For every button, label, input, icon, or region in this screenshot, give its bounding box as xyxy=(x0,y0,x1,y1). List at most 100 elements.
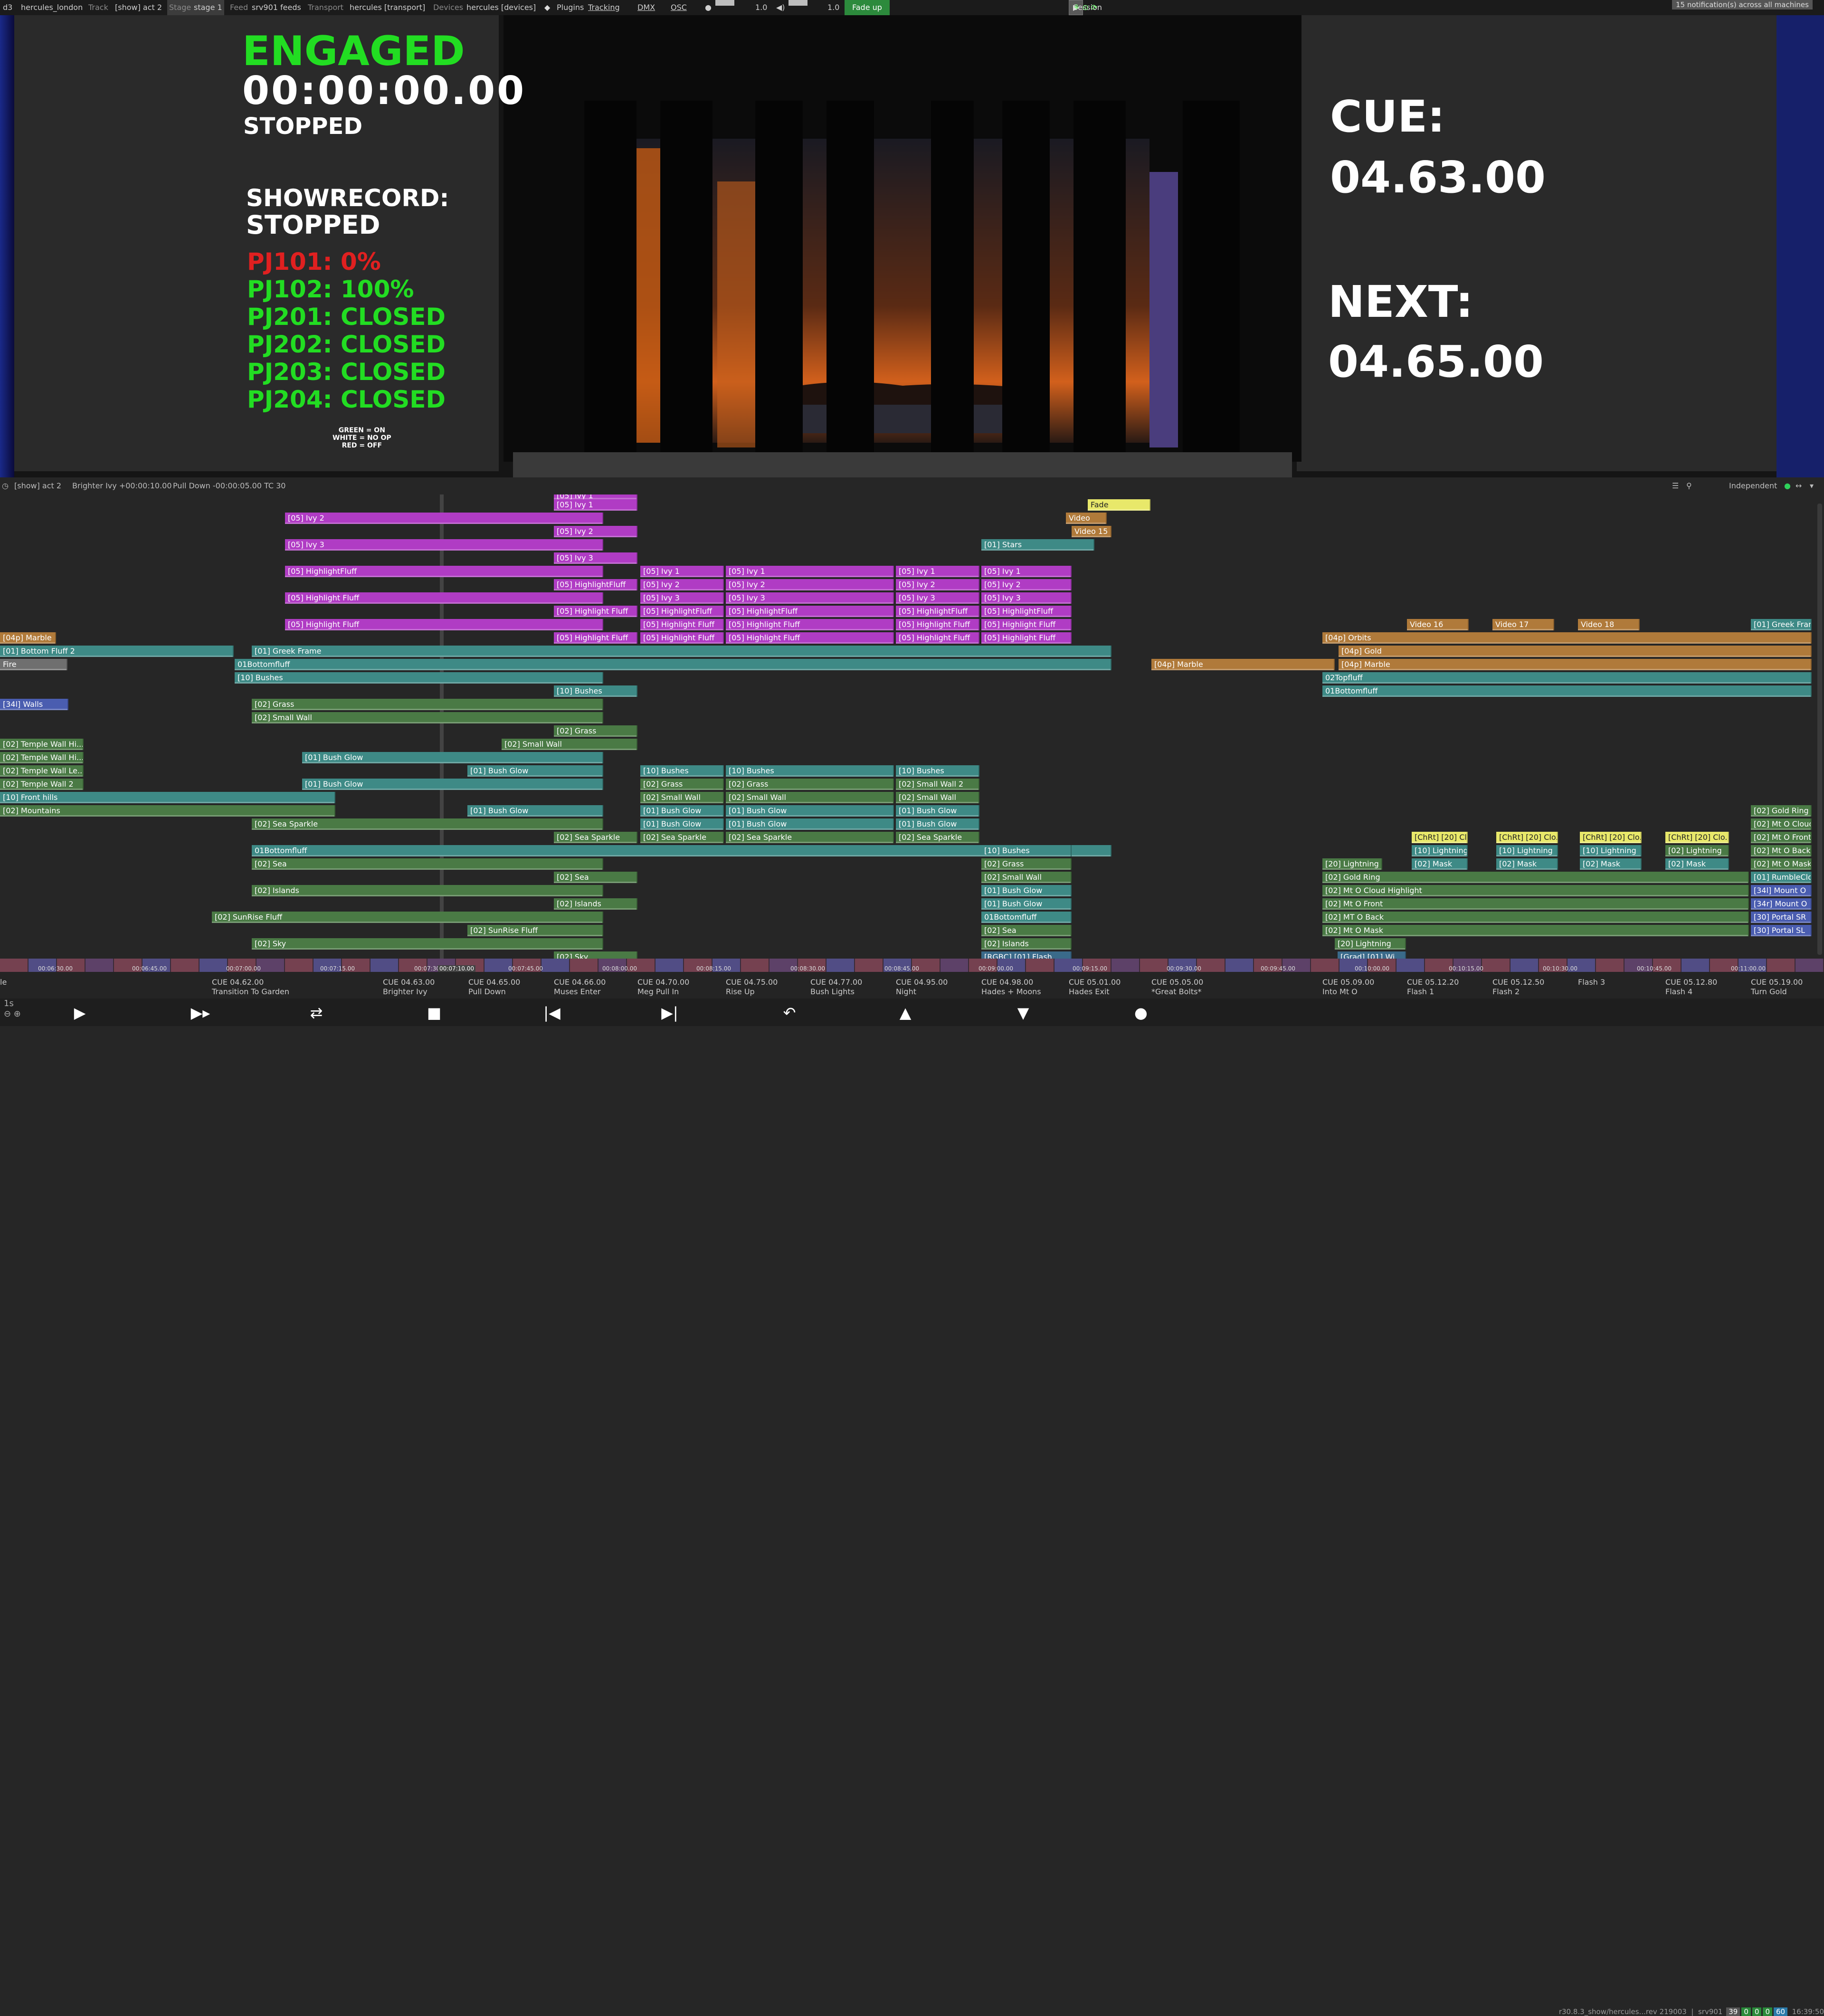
layer-bar[interactable]: Fire xyxy=(0,659,67,670)
layer-bar[interactable]: [02] Mt O Front xyxy=(1751,832,1812,843)
cue-marker[interactable]: CUE 05.09.00 Into Mt O xyxy=(1322,978,1374,997)
layer-bar[interactable]: [10] Lightning xyxy=(1496,845,1558,856)
layer-bar-partial[interactable]: [05] Ivy 1 xyxy=(554,494,637,499)
layer-bar[interactable]: [05] Ivy 3 xyxy=(554,552,637,564)
stage-viewport[interactable]: ENGAGED 00:00:00.00 STOPPED SHOWRECORD: … xyxy=(0,15,1824,477)
layer-bar[interactable]: [04p] Marble xyxy=(0,632,56,644)
cue-marker[interactable]: CUE 04.98.00 Hades + Moons xyxy=(981,978,1041,997)
cue-marker[interactable]: CUE 04.77.00 Bush Lights xyxy=(810,978,862,997)
layer-bar[interactable]: Video 15 xyxy=(1072,526,1112,537)
layer-bar[interactable]: [02] Grass xyxy=(981,858,1072,870)
cue-marker[interactable]: le xyxy=(0,978,7,987)
layer-bar[interactable]: [02] Mt O Back xyxy=(1751,845,1812,856)
layer-bar[interactable]: [01] Bush Glow xyxy=(726,805,894,817)
layer-bar[interactable]: [05] HighlightFluff xyxy=(981,606,1072,617)
layer-bar[interactable]: Video xyxy=(1066,513,1107,524)
layer-bar[interactable]: [02] Sea Sparkle xyxy=(896,832,979,843)
layer-bar[interactable]: [05] Ivy 3 xyxy=(726,592,894,604)
cue-marker[interactable]: CUE 04.70.00 Meg Pull In xyxy=(637,978,689,997)
layer-bar[interactable]: [01] Greek Fram xyxy=(1751,619,1812,630)
layer-bar[interactable]: Video 16 xyxy=(1407,619,1469,630)
layer-bar[interactable]: [05] Highlight Fluff xyxy=(554,606,637,617)
layer-bar[interactable]: [05] Ivy 2 xyxy=(726,579,894,590)
timeline-layers[interactable]: [05] Ivy 2 [05] Ivy 3 [05] HighlightFluff[… xyxy=(0,494,1824,959)
layer-bar[interactable]: [02] Lightning xyxy=(1665,845,1729,856)
cue-marker[interactable]: CUE 04.95.00 Night xyxy=(896,978,948,997)
layer-bar[interactable]: [01] Stars xyxy=(981,539,1094,551)
session-button[interactable]: Session ⚘ ⊙ ⟳ ▶ xyxy=(1069,0,1102,15)
project-name[interactable]: hercules_london xyxy=(21,0,83,15)
layer-bar[interactable]: [02] Gold Ring xyxy=(1751,805,1812,817)
plugins-icon[interactable]: ◆ xyxy=(544,0,550,15)
layer-bar[interactable]: [02] Mt O Front xyxy=(1322,898,1749,910)
layer-bar[interactable]: Fade xyxy=(1088,499,1150,511)
layer-bar[interactable]: [01] Bush Glow xyxy=(302,779,603,790)
track-selector[interactable]: [show] act 2 xyxy=(115,0,162,15)
layer-bar[interactable]: [05] HighlightFluff xyxy=(896,606,979,617)
cue-marker[interactable]: CUE 05.05.00 *Great Bolts* xyxy=(1151,978,1203,997)
layer-bar[interactable]: [02] Temple Wall 2 xyxy=(0,779,84,790)
layer-bar[interactable]: [02] SunRise Fluff xyxy=(467,925,603,936)
time-ruler[interactable]: 00:06:30.00 00:06:45.00 00:07:00.00 00:07:1… xyxy=(0,959,1824,972)
layer-bar[interactable]: [ChRt] [20] Clo... xyxy=(1665,832,1729,843)
layer-bar[interactable]: [05] HighlightFluff xyxy=(726,606,894,617)
tracking-icon[interactable]: ⚲ xyxy=(1686,477,1692,494)
layer-bar[interactable]: [05] Ivy 3 xyxy=(981,592,1072,604)
layer-bar[interactable]: [30] Portal SL xyxy=(1751,925,1812,936)
layer-bar[interactable]: [20] Lightning xyxy=(1322,858,1382,870)
layer-bar[interactable]: [02] Grass xyxy=(554,725,637,737)
layer-bar[interactable]: [05] HighlightFluff xyxy=(554,579,637,590)
layer-bar[interactable]: [02] Sea Sparkle xyxy=(554,832,637,843)
fade-up-button[interactable]: Fade up xyxy=(845,0,890,15)
layer-bar[interactable]: [05] HighlightFluff xyxy=(285,566,603,577)
layer-bar[interactable]: [02] Small Wall xyxy=(640,792,724,803)
volume-icon[interactable]: ◀) xyxy=(776,0,785,15)
cue-marker[interactable]: CUE 04.75.00 Rise Up xyxy=(726,978,778,997)
layer-bar[interactable]: [02] Grass xyxy=(726,779,894,790)
layer-bar[interactable]: 01Bottomfluff xyxy=(235,659,1112,670)
play-to-end-icon[interactable]: ▶▸ xyxy=(186,1002,215,1023)
layer-bar[interactable]: [05] Highlight Fluff xyxy=(896,632,979,644)
layer-bar[interactable]: [34l] Mount O xyxy=(1751,885,1812,896)
layer-bar[interactable]: [02] MT O Back xyxy=(1322,912,1749,923)
layer-bar[interactable]: [02] Mask xyxy=(1580,858,1642,870)
layer-bar[interactable]: [05] Ivy 1 xyxy=(726,566,894,577)
layer-bar[interactable]: [01] Bush Glow xyxy=(726,818,894,830)
layer-bar[interactable]: [01] Greek Frame xyxy=(252,646,1112,657)
layer-bar[interactable]: [02] Mask xyxy=(1496,858,1558,870)
layer-bar[interactable]: [02] Temple Wall Hi... xyxy=(0,739,84,750)
layer-bar[interactable]: [04p] Gold xyxy=(1339,646,1812,657)
layer-list-icon[interactable]: ☰ xyxy=(1672,477,1679,494)
layer-bar[interactable]: [10] Bushes xyxy=(640,765,724,777)
layer-bar[interactable]: [05] Highlight Fluff xyxy=(726,619,894,630)
dropdown-icon[interactable]: ▾ xyxy=(1810,477,1814,494)
cue-marker[interactable]: Flash 3 xyxy=(1578,978,1605,987)
layer-bar[interactable]: [02] Islands xyxy=(554,898,637,910)
layer-bar[interactable]: [01] Bottom Fluff 2 xyxy=(0,646,234,657)
layer-bar[interactable]: [05] Ivy 3 xyxy=(285,539,603,551)
layer-bar[interactable]: [02] Sea xyxy=(554,872,637,883)
layer-bar[interactable]: [34r] Mount O xyxy=(1751,898,1812,910)
transport-selector[interactable]: hercules [transport] xyxy=(350,0,425,15)
layer-bar[interactable]: [02] Sea xyxy=(981,925,1072,936)
layer-bar[interactable]: [05] Highlight Fluff xyxy=(640,632,724,644)
layer-bar[interactable]: [05] Ivy 1 xyxy=(896,566,979,577)
zoom-controls[interactable]: 1s ⊖ ⊕ xyxy=(4,998,23,1019)
layer-bar[interactable]: Video 18 xyxy=(1578,619,1640,630)
layer-bar[interactable]: [05] Highlight Fluff xyxy=(896,619,979,630)
layer-bar[interactable]: [02] Mask xyxy=(1412,858,1468,870)
plugins-menu[interactable]: Plugins xyxy=(557,0,584,15)
layer-bar[interactable]: [02] Sky xyxy=(252,938,603,950)
layer-bar[interactable]: [05] Ivy 3 xyxy=(640,592,724,604)
layer-bar[interactable]: [02] Gold Ring xyxy=(1322,872,1749,883)
playback-mode[interactable]: Independent xyxy=(1729,477,1777,494)
osc-menu[interactable]: OSC xyxy=(671,0,687,15)
layer-bar[interactable]: 01Bottomfluff xyxy=(1322,685,1812,697)
layer-bar[interactable]: [02] Small Wall xyxy=(252,712,603,723)
layer-bar[interactable]: [05] Highlight Fluff xyxy=(285,619,603,630)
layer-bar[interactable]: [10] Lightning xyxy=(1412,845,1468,856)
layer-bar[interactable]: [30] Portal SR xyxy=(1751,912,1812,923)
layer-bar[interactable]: [02] Mt O Mask xyxy=(1322,925,1749,936)
layer-bar[interactable]: [05] Highlight Fluff xyxy=(981,619,1072,630)
layer-bar[interactable]: [10] Bushes xyxy=(235,672,603,684)
